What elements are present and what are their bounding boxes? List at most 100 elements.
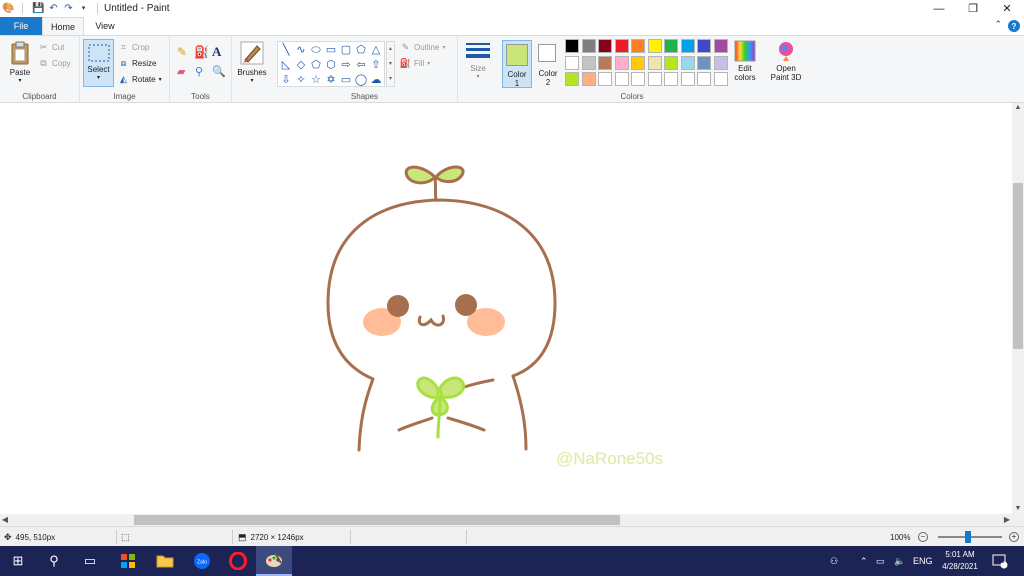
diamond-shape-icon[interactable]: ◇ [294, 58, 308, 72]
system-clock[interactable]: 5:01 AM 4/28/2021 [935, 549, 985, 573]
triangle-shape-icon[interactable]: △ [369, 43, 383, 57]
vertical-scroll-thumb[interactable] [1013, 183, 1023, 349]
five-point-star-shape-icon[interactable]: ☆ [309, 73, 323, 87]
palette-color-swatch[interactable] [647, 55, 662, 70]
paste-dropdown-icon[interactable]: ▾ [18, 77, 21, 84]
paint-taskbar-icon[interactable] [256, 546, 292, 576]
palette-color-swatch[interactable] [614, 39, 629, 53]
tab-home[interactable]: Home [42, 17, 84, 35]
crop-button[interactable]: ⌗ Crop [118, 42, 149, 53]
volume-icon[interactable]: 🔈 [894, 546, 905, 576]
task-view-icon[interactable]: ▭ [72, 546, 108, 576]
text-tool-icon[interactable]: A [212, 44, 221, 60]
horizontal-scroll-thumb[interactable] [134, 515, 620, 525]
fill-bucket-icon[interactable]: ⛽ [194, 45, 209, 59]
eraser-icon[interactable]: ▰ [177, 65, 185, 78]
palette-color-swatch[interactable] [565, 55, 579, 70]
search-icon[interactable]: ⚲ [36, 546, 72, 576]
palette-color-swatch[interactable] [565, 39, 579, 53]
scroll-down-icon[interactable]: ▼ [1012, 504, 1024, 514]
start-button-windows-icon[interactable]: ⊞ [0, 546, 36, 576]
help-icon[interactable]: ? [1008, 20, 1020, 32]
palette-color-swatch[interactable] [581, 55, 596, 70]
rotate-button[interactable]: ◭ Rotate ▾ [118, 74, 162, 85]
opera-browser-icon[interactable] [220, 546, 256, 576]
palette-color-swatch[interactable] [713, 39, 728, 53]
open-paint3d-button[interactable]: Open Paint 3D [766, 40, 806, 82]
cloud-callout-shape-icon[interactable]: ☁ [369, 73, 383, 87]
zalo-app-icon[interactable]: Zalo [184, 546, 220, 576]
show-hidden-icons-icon[interactable]: ⌃ [860, 546, 868, 576]
zoom-slider-thumb[interactable] [965, 531, 971, 543]
horizontal-scrollbar[interactable]: ◀ ▶ [0, 514, 1012, 526]
tab-view[interactable]: View [90, 17, 120, 35]
scroll-right-icon[interactable]: ▶ [1002, 514, 1012, 526]
palette-color-swatch[interactable] [680, 39, 695, 53]
collapse-ribbon-icon[interactable]: ⌃ [994, 19, 1002, 30]
palette-color-swatch[interactable] [598, 55, 612, 70]
palette-color-swatch[interactable] [713, 55, 728, 70]
fill-button[interactable]: ⛽ Fill ▾ [400, 58, 430, 69]
color-picker-icon[interactable]: ⚲ [195, 65, 203, 78]
palette-color-swatch[interactable] [565, 72, 579, 86]
zoom-out-button[interactable]: − [918, 532, 928, 542]
palette-color-swatch[interactable] [581, 39, 596, 53]
zoom-in-button[interactable]: + [1009, 532, 1019, 542]
rectangle-shape-icon[interactable]: ▭ [324, 43, 338, 57]
palette-color-swatch[interactable] [598, 72, 612, 86]
customize-qat-icon[interactable]: ▾ [78, 3, 89, 14]
paint-app-icon[interactable]: 🎨 [2, 3, 14, 14]
people-icon[interactable]: ⚇ [830, 546, 838, 576]
six-point-star-shape-icon[interactable]: ✡ [324, 73, 338, 87]
palette-color-swatch[interactable] [581, 72, 596, 86]
palette-color-swatch[interactable] [697, 39, 711, 53]
oval-shape-icon[interactable]: ⬭ [309, 43, 323, 57]
curve-shape-icon[interactable]: ∿ [294, 43, 308, 57]
language-indicator[interactable]: ENG [913, 546, 933, 576]
palette-color-swatch[interactable] [647, 39, 662, 53]
rect-callout-shape-icon[interactable]: ▭ [339, 73, 353, 87]
palette-color-swatch[interactable] [664, 72, 678, 86]
palette-color-swatch[interactable] [598, 39, 612, 53]
right-triangle-shape-icon[interactable]: ◺ [279, 58, 293, 72]
palette-color-swatch[interactable] [697, 55, 711, 70]
palette-color-swatch[interactable] [680, 55, 695, 70]
palette-color-swatch[interactable] [631, 39, 645, 53]
color2-button[interactable]: Color 2 [536, 40, 562, 88]
file-explorer-icon[interactable] [147, 546, 183, 576]
hexagon-shape-icon[interactable]: ⬡ [324, 58, 338, 72]
shapes-scroll[interactable]: ▴ ▾ ▾ [386, 41, 395, 87]
left-arrow-shape-icon[interactable]: ⇦ [354, 58, 368, 72]
select-button[interactable]: Select ▾ [83, 39, 114, 87]
cut-button[interactable]: ✂ Cut [38, 42, 65, 53]
outline-button[interactable]: ✎ Outline ▾ [400, 42, 446, 53]
right-arrow-shape-icon[interactable]: ⇨ [339, 58, 353, 72]
color1-button[interactable]: Color 1 [502, 40, 532, 88]
line-shape-icon[interactable]: ╲ [279, 43, 293, 57]
palette-color-swatch[interactable] [647, 72, 662, 86]
vertical-scrollbar[interactable]: ▲ ▼ [1012, 103, 1024, 514]
close-button[interactable]: ✕ [990, 0, 1024, 17]
magnifier-icon[interactable]: 🔍 [212, 65, 226, 78]
four-point-star-shape-icon[interactable]: ✧ [294, 73, 308, 87]
battery-icon[interactable]: ▭ [876, 546, 885, 576]
brushes-button[interactable]: Brushes ▾ [235, 40, 269, 84]
resize-button[interactable]: ⧈ Resize [118, 58, 157, 69]
pencil-icon[interactable]: ✎ [177, 45, 187, 59]
down-arrow-shape-icon[interactable]: ⇩ [279, 73, 293, 87]
tab-file[interactable]: File [0, 17, 42, 35]
minimize-button[interactable]: — [922, 0, 956, 17]
palette-color-swatch[interactable] [664, 39, 678, 53]
scroll-left-icon[interactable]: ◀ [0, 514, 10, 526]
canvas-area[interactable]: @NaRone50s [0, 103, 1012, 514]
copy-button[interactable]: ⧉ Copy [38, 58, 70, 69]
palette-color-swatch[interactable] [631, 55, 645, 70]
palette-color-swatch[interactable] [614, 55, 629, 70]
pentagon-shape-icon[interactable]: ⬠ [309, 58, 323, 72]
polygon-shape-icon[interactable]: ⬠ [354, 43, 368, 57]
restore-button[interactable]: ❐ [956, 0, 990, 17]
paste-button[interactable]: Paste ▾ [5, 40, 35, 84]
edit-colors-button[interactable]: Edit colors [730, 40, 760, 82]
palette-color-swatch[interactable] [664, 55, 678, 70]
size-button[interactable]: Size ▾ [462, 40, 494, 80]
